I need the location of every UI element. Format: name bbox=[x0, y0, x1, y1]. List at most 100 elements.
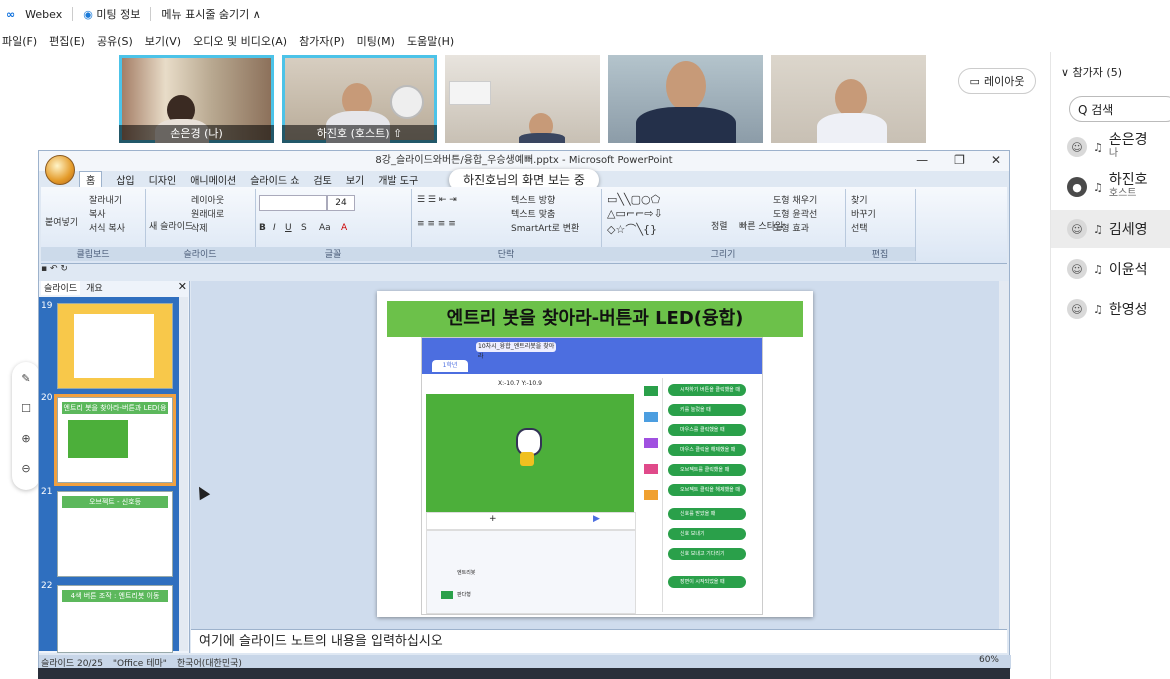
delete-button[interactable]: 삭제 bbox=[191, 221, 208, 234]
entry-block[interactable]: 시작하기 버튼을 클릭했을 때 bbox=[668, 384, 746, 396]
tab-outline[interactable]: 개요 bbox=[86, 281, 103, 295]
close-icon[interactable]: ✕ bbox=[178, 280, 187, 293]
menu-meeting[interactable]: 미팅(M) bbox=[357, 33, 395, 49]
text-direction-button[interactable]: 텍스트 방향 bbox=[511, 193, 555, 206]
entry-block[interactable]: 신호 보내고 기다리기 bbox=[668, 548, 746, 560]
slide-notes-field[interactable]: 여기에 슬라이드 노트의 내용을 입력하십시오 bbox=[191, 629, 1007, 653]
slide-thumbnail[interactable] bbox=[57, 303, 173, 389]
participant-row[interactable]: ☺ ♫ 손은경 나 bbox=[1051, 128, 1170, 166]
reset-button[interactable]: 원래대로 bbox=[191, 207, 224, 220]
shape-fill-button[interactable]: 도형 채우기 bbox=[773, 193, 817, 206]
pointer-icon[interactable]: ☐ bbox=[12, 402, 40, 415]
menu-audio-video[interactable]: 오디오 및 비디오(A) bbox=[193, 33, 287, 49]
menu-share[interactable]: 공유(S) bbox=[97, 33, 133, 49]
meeting-info-button[interactable]: ◉ 미팅 정보 bbox=[83, 6, 140, 22]
slide-thumbnail[interactable]: 오브젝트 - 신호등 bbox=[57, 491, 173, 577]
slide-thumbnail-selected[interactable]: 엔트리 봇을 찾아라-버튼과 LED(융합) bbox=[54, 394, 176, 486]
slide-thumbnail[interactable]: 4색 버튼 조작 : 엔트리봇 이동 bbox=[57, 585, 173, 653]
find-button[interactable]: 찾기 bbox=[851, 193, 868, 206]
bold-button[interactable]: B bbox=[259, 223, 266, 233]
menu-view[interactable]: 보기(V) bbox=[145, 33, 181, 49]
tab-developer[interactable]: 개발 도구 bbox=[378, 172, 418, 187]
shape-outline-button[interactable]: 도형 윤곽선 bbox=[773, 207, 817, 220]
entry-block[interactable]: 장면이 시작되었을 때 bbox=[668, 576, 746, 588]
video-tile-4[interactable] bbox=[608, 55, 763, 143]
video-tile-1[interactable]: 손은경 (나) bbox=[119, 55, 274, 143]
flow-category-icon[interactable] bbox=[644, 412, 658, 422]
tab-animation[interactable]: 애니메이션 bbox=[190, 172, 236, 187]
looks-category-icon[interactable] bbox=[644, 464, 658, 474]
entry-block[interactable]: 키를 눌렀을 때 bbox=[668, 404, 746, 416]
layout-dropdown[interactable]: 레이아웃 bbox=[191, 193, 224, 206]
entry-block[interactable]: 신호를 받았을 때 bbox=[668, 508, 746, 520]
undo-icon[interactable]: ↶ bbox=[50, 264, 58, 274]
redo-icon[interactable]: ↻ bbox=[60, 264, 68, 274]
participant-row[interactable]: ☺ ♫ 이윤석 bbox=[1051, 250, 1170, 288]
copy-button[interactable]: 복사 bbox=[89, 207, 106, 220]
layout-button[interactable]: ▭ 레이아웃 bbox=[958, 68, 1036, 94]
entry-block[interactable]: 마우스를 클릭했을 때 bbox=[668, 424, 746, 436]
paste-button[interactable]: 붙여넣기 bbox=[45, 215, 78, 228]
video-tile-3[interactable] bbox=[445, 55, 600, 143]
tab-slides[interactable]: 슬라이드 bbox=[41, 281, 81, 295]
shadow-button[interactable]: S bbox=[301, 223, 307, 233]
minimize-icon[interactable]: — bbox=[916, 153, 928, 167]
italic-button[interactable]: I bbox=[273, 223, 276, 233]
entry-block[interactable]: 마우스 클릭을 해제했을 때 bbox=[668, 444, 746, 456]
shape-effects-button[interactable]: 도형 효과 bbox=[773, 221, 809, 234]
tab-insert[interactable]: 삽입 bbox=[116, 172, 134, 187]
tab-design[interactable]: 디자인 bbox=[149, 172, 177, 187]
smartart-button[interactable]: SmartArt로 변환 bbox=[511, 221, 579, 234]
underline-button[interactable]: U bbox=[285, 223, 292, 233]
replace-button[interactable]: 바꾸기 bbox=[851, 207, 876, 220]
menu-help[interactable]: 도움말(H) bbox=[407, 33, 454, 49]
menu-file[interactable]: 파일(F) bbox=[2, 33, 37, 49]
video-tile-5[interactable] bbox=[771, 55, 926, 143]
font-color-icon[interactable]: A bbox=[341, 223, 347, 233]
slide-scrollbar[interactable] bbox=[999, 281, 1009, 629]
annotate-icon[interactable]: ✎ bbox=[12, 372, 40, 385]
shapes-gallery-icon[interactable]: △▭⌐⌐⇨⇩ bbox=[607, 207, 663, 220]
cut-button[interactable]: 잘라내기 bbox=[89, 193, 122, 206]
video-tile-2[interactable]: 하진호 (호스트) ⇧ bbox=[282, 55, 437, 143]
brush-category-icon[interactable] bbox=[644, 490, 658, 500]
zoom-level[interactable]: 60% bbox=[979, 655, 999, 665]
entry-block[interactable]: 오브젝트 클릭을 해제했을 때 bbox=[668, 484, 746, 496]
hide-menu-button[interactable]: 메뉴 표시줄 숨기기 ∧ bbox=[161, 6, 261, 22]
participants-header[interactable]: ∨ 참가자 (5) bbox=[1061, 64, 1122, 80]
tab-view[interactable]: 보기 bbox=[346, 172, 364, 187]
select-button[interactable]: 선택 bbox=[851, 221, 868, 234]
tab-review[interactable]: 검토 bbox=[313, 172, 331, 187]
shapes-gallery-icon[interactable]: ▭╲╲▢○⬠ bbox=[607, 193, 660, 206]
font-name-select[interactable] bbox=[259, 195, 327, 211]
format-painter-button[interactable]: 서식 복사 bbox=[89, 221, 125, 234]
play-icon[interactable]: ▶ bbox=[593, 514, 600, 524]
participant-row[interactable]: ☺ ♫ 김세영 bbox=[1051, 210, 1170, 248]
new-slide-button[interactable]: 새 슬라이드 bbox=[149, 219, 193, 232]
office-button-icon[interactable] bbox=[45, 155, 75, 185]
add-object-icon[interactable]: + bbox=[489, 514, 497, 524]
align-text-button[interactable]: 텍스트 맞춤 bbox=[511, 207, 555, 220]
font-size-select[interactable]: 24 bbox=[327, 195, 355, 211]
entry-block[interactable]: 오브젝트를 클릭했을 때 bbox=[668, 464, 746, 476]
shapes-gallery-icon[interactable]: ◇☆⌒╲{} bbox=[607, 221, 657, 237]
entry-block[interactable]: 신호 보내기 bbox=[668, 528, 746, 540]
current-slide[interactable]: 엔트리 봇을 찾아라-버튼과 LED(융합) 10차시_융합_엔트리봇을 찾아라… bbox=[377, 291, 813, 617]
zoom-out-icon[interactable]: ⊖ bbox=[12, 462, 40, 475]
menu-participants[interactable]: 참가자(P) bbox=[299, 33, 345, 49]
change-case-button[interactable]: Aa bbox=[319, 223, 331, 233]
tab-home[interactable]: 홈 bbox=[79, 171, 103, 187]
maximize-icon[interactable]: ❐ bbox=[954, 153, 965, 167]
participant-search-input[interactable]: Q 검색 bbox=[1069, 96, 1170, 122]
bullets-icon[interactable]: ☰ ☰ ⇤ ⇥ bbox=[417, 195, 457, 205]
close-icon[interactable]: ✕ bbox=[991, 153, 1001, 167]
arrange-button[interactable]: 정렬 bbox=[711, 219, 728, 232]
menu-edit[interactable]: 편집(E) bbox=[49, 33, 85, 49]
start-category-icon[interactable] bbox=[644, 386, 658, 396]
participant-row[interactable]: ☺ ♫ 한영성 bbox=[1051, 290, 1170, 328]
thumbnail-scrollbar[interactable] bbox=[179, 297, 188, 651]
participant-row[interactable]: ● ♫ 하진호 호스트 bbox=[1051, 168, 1170, 206]
move-category-icon[interactable] bbox=[644, 438, 658, 448]
save-icon[interactable]: ▪ bbox=[41, 264, 47, 274]
align-icons[interactable]: ≡ ≡ ≡ ≡ bbox=[417, 219, 456, 229]
